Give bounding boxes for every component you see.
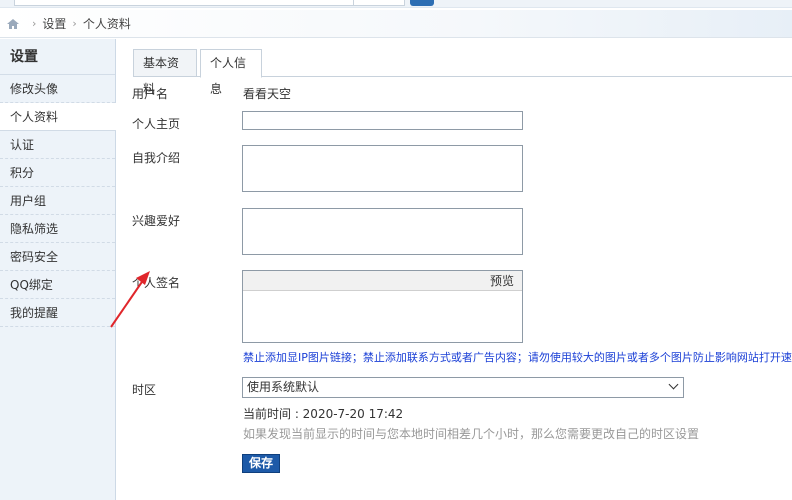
home-icon[interactable]: [6, 18, 20, 30]
search-button[interactable]: [410, 0, 434, 6]
timezone-hint: 如果发现当前显示的时间与您本地时间相差几个小时，那么您需要更改自己的时区设置: [243, 425, 699, 442]
sidebar-title: 设置: [0, 39, 115, 75]
tab-personal-info[interactable]: 个人信息: [200, 49, 262, 78]
signature-editor[interactable]: 预览: [242, 270, 523, 343]
top-search-bar: [0, 0, 792, 8]
sidebar-item-privacy[interactable]: 隐私筛选: [0, 215, 115, 243]
sidebar-item-reminders[interactable]: 我的提醒: [0, 299, 115, 327]
search-type-select[interactable]: [353, 0, 405, 6]
save-button[interactable]: 保存: [242, 454, 280, 473]
main-content: 基本资料 个人信息 用户名 看看天空 个人主页 自我介绍 兴趣爱好 个人签名 预…: [116, 39, 792, 500]
sidebar-item-credits[interactable]: 积分: [0, 159, 115, 187]
sidebar-item-password[interactable]: 密码安全: [0, 243, 115, 271]
signature-toolbar: 预览: [243, 271, 522, 291]
sidebar-item-verify[interactable]: 认证: [0, 131, 115, 159]
hobby-label: 兴趣爱好: [132, 212, 180, 229]
sidebar-item-qq[interactable]: QQ绑定: [0, 271, 115, 299]
sidebar: 设置 修改头像 个人资料 认证 积分 用户组 隐私筛选 密码安全 QQ绑定 我的…: [0, 39, 116, 500]
annotation-arrow-icon: [108, 268, 154, 330]
preview-button[interactable]: 预览: [490, 274, 514, 288]
homepage-input[interactable]: [242, 111, 523, 130]
tab-bar: 基本资料 个人信息: [133, 49, 792, 77]
chevron-right-icon: ›: [32, 17, 36, 30]
timezone-select[interactable]: 使用系统默认: [242, 377, 684, 398]
chevron-right-icon: ›: [72, 17, 76, 30]
bio-textarea[interactable]: [242, 145, 523, 192]
sidebar-item-profile[interactable]: 个人资料: [0, 103, 116, 131]
username-value: 看看天空: [243, 85, 291, 102]
signature-notice: 禁止添加显IP图片链接；禁止添加联系方式或者广告内容；请勿使用较大的图片或者多个…: [243, 349, 792, 365]
breadcrumb-item-profile[interactable]: 个人资料: [83, 15, 131, 32]
hobby-textarea[interactable]: [242, 208, 523, 255]
timezone-label: 时区: [132, 381, 156, 398]
chevron-down-icon: [669, 380, 679, 390]
username-label: 用户名: [132, 85, 168, 102]
homepage-label: 个人主页: [132, 115, 180, 132]
breadcrumb: › 设置 › 个人资料: [0, 10, 792, 38]
timezone-selected-value: 使用系统默认: [247, 380, 319, 394]
sidebar-item-avatar[interactable]: 修改头像: [0, 75, 115, 103]
breadcrumb-item-settings[interactable]: 设置: [42, 15, 66, 32]
current-time: 当前时间 : 2020-7-20 17:42: [243, 405, 403, 422]
tab-basic-info[interactable]: 基本资料: [133, 49, 197, 77]
bio-label: 自我介绍: [132, 149, 180, 166]
sidebar-item-usergroup[interactable]: 用户组: [0, 187, 115, 215]
search-input[interactable]: [14, 0, 354, 6]
